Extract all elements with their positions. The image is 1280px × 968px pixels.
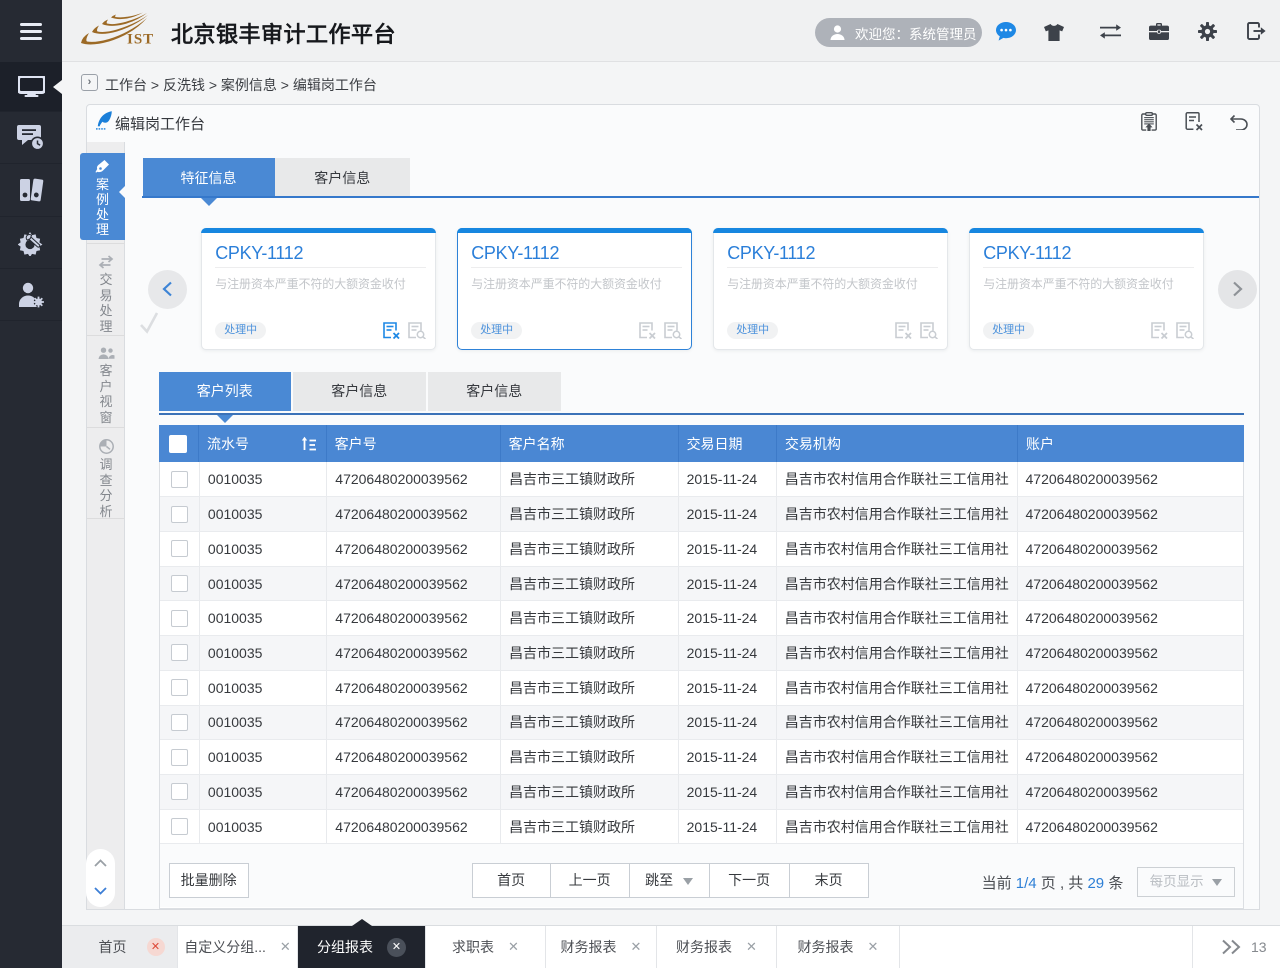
svg-text:IST: IST	[127, 32, 154, 47]
